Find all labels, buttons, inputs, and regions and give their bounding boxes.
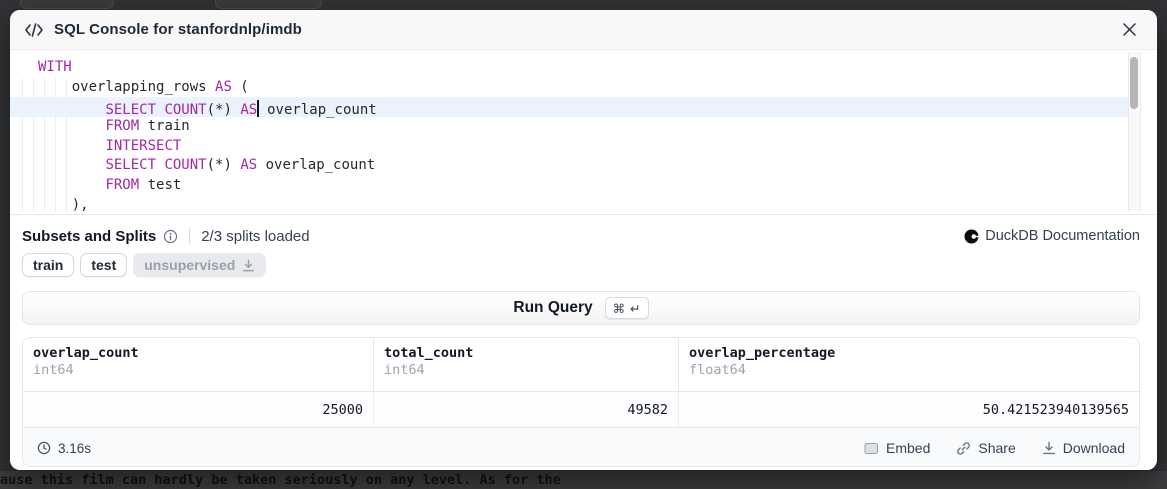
column-name: overlap_count <box>33 345 363 361</box>
dimmed-background-button <box>215 0 322 9</box>
run-query-label: Run Query <box>513 299 592 317</box>
modal-header: SQL Console for stanfordnlp/imdb <box>10 10 1157 50</box>
close-button[interactable] <box>1117 18 1141 42</box>
download-button[interactable]: Download <box>1042 440 1125 456</box>
cmd-key-icon: ⌘ <box>613 301 626 316</box>
code-line[interactable]: FROM test <box>10 176 1128 196</box>
table-cell: 25000 <box>23 392 374 427</box>
page-background: ause this film can hardly be taken serio… <box>0 0 1167 489</box>
info-icon[interactable] <box>163 229 178 244</box>
clock-icon <box>37 441 51 455</box>
subsets-row: Subsets and Splits 2/3 splits loaded <box>22 223 1140 249</box>
code-line[interactable]: SELECT COUNT(*) AS overlap_count <box>10 97 1128 117</box>
table-cell: 50.421523940139565 <box>679 392 1139 427</box>
share-icon <box>956 441 971 456</box>
results-footer: 3.16s Embed Share <box>23 428 1139 467</box>
dimmed-background-row: ause this film can hardly be taken serio… <box>0 471 1167 489</box>
dimmed-background-button <box>20 0 114 9</box>
column-type: int64 <box>33 362 363 378</box>
code-line[interactable]: FROM train <box>10 117 1128 137</box>
embed-label: Embed <box>886 440 930 456</box>
duckdb-documentation-label: DuckDB Documentation <box>985 228 1140 244</box>
splits-loaded-status: 2/3 splits loaded <box>201 228 309 245</box>
editor-scrollbar[interactable] <box>1128 52 1141 211</box>
split-pill-label: unsupervised <box>144 257 235 273</box>
result-actions: Embed Share Download <box>864 440 1125 456</box>
enter-key-icon: ↵ <box>630 301 640 316</box>
split-pill-unsupervised[interactable]: unsupervised <box>133 253 266 277</box>
scrollbar-thumb[interactable] <box>1130 57 1138 109</box>
keyboard-shortcut-badge: ⌘ ↵ <box>605 297 649 319</box>
modal-body: Subsets and Splits 2/3 splits loaded <box>10 215 1157 467</box>
download-icon <box>242 259 255 272</box>
modal-title: SQL Console for stanfordnlp/imdb <box>54 21 302 38</box>
split-pill-train[interactable]: train <box>22 253 74 277</box>
table-row: 25000 49582 50.421523940139565 <box>23 392 1139 428</box>
table-cell: 49582 <box>374 392 679 427</box>
split-pill-label: test <box>91 257 116 273</box>
code-line[interactable]: WITH <box>10 58 1128 78</box>
embed-button[interactable]: Embed <box>864 440 930 456</box>
sql-console-modal: SQL Console for stanfordnlp/imdb WITH ov… <box>10 10 1157 470</box>
code-line[interactable]: ), <box>10 196 1128 215</box>
code-line[interactable]: overlapping_rows AS ( <box>10 78 1128 98</box>
column-header: total_count int64 <box>374 338 679 391</box>
code-line[interactable]: SELECT COUNT(*) AS overlap_count <box>10 156 1128 176</box>
code-lines: WITH overlapping_rows AS ( SELECT COUNT(… <box>10 50 1157 215</box>
query-duration: 3.16s <box>37 441 91 456</box>
subsets-title: Subsets and Splits <box>22 228 156 245</box>
results-table: overlap_count int64 total_count int64 ov… <box>22 337 1140 467</box>
dimmed-background-text: ause this film can hardly be taken serio… <box>0 471 1167 489</box>
column-header: overlap_percentage float64 <box>679 338 1139 391</box>
embed-icon <box>864 442 879 455</box>
share-button[interactable]: Share <box>956 440 1015 456</box>
column-name: total_count <box>384 345 668 361</box>
split-pill-test[interactable]: test <box>80 253 127 277</box>
duckdb-documentation-link[interactable]: DuckDB Documentation <box>964 228 1140 244</box>
code-line[interactable]: INTERSECT <box>10 137 1128 157</box>
run-query-button[interactable]: Run Query ⌘ ↵ <box>22 291 1140 325</box>
column-type: int64 <box>384 362 668 378</box>
duckdb-icon <box>964 229 979 244</box>
text-cursor <box>257 100 259 117</box>
sql-editor[interactable]: WITH overlapping_rows AS ( SELECT COUNT(… <box>10 50 1157 215</box>
code-icon <box>24 23 44 37</box>
download-icon <box>1042 441 1056 455</box>
duration-value: 3.16s <box>58 441 91 456</box>
split-pill-label: train <box>33 257 63 273</box>
splits-pills: train test unsupervised <box>22 253 1140 277</box>
column-type: float64 <box>689 362 1129 378</box>
download-label: Download <box>1063 440 1125 456</box>
close-icon <box>1123 23 1136 36</box>
vertical-divider <box>189 228 190 244</box>
column-name: overlap_percentage <box>689 345 1129 361</box>
share-label: Share <box>978 440 1015 456</box>
column-header: overlap_count int64 <box>23 338 374 391</box>
results-header-row: overlap_count int64 total_count int64 ov… <box>23 338 1139 392</box>
